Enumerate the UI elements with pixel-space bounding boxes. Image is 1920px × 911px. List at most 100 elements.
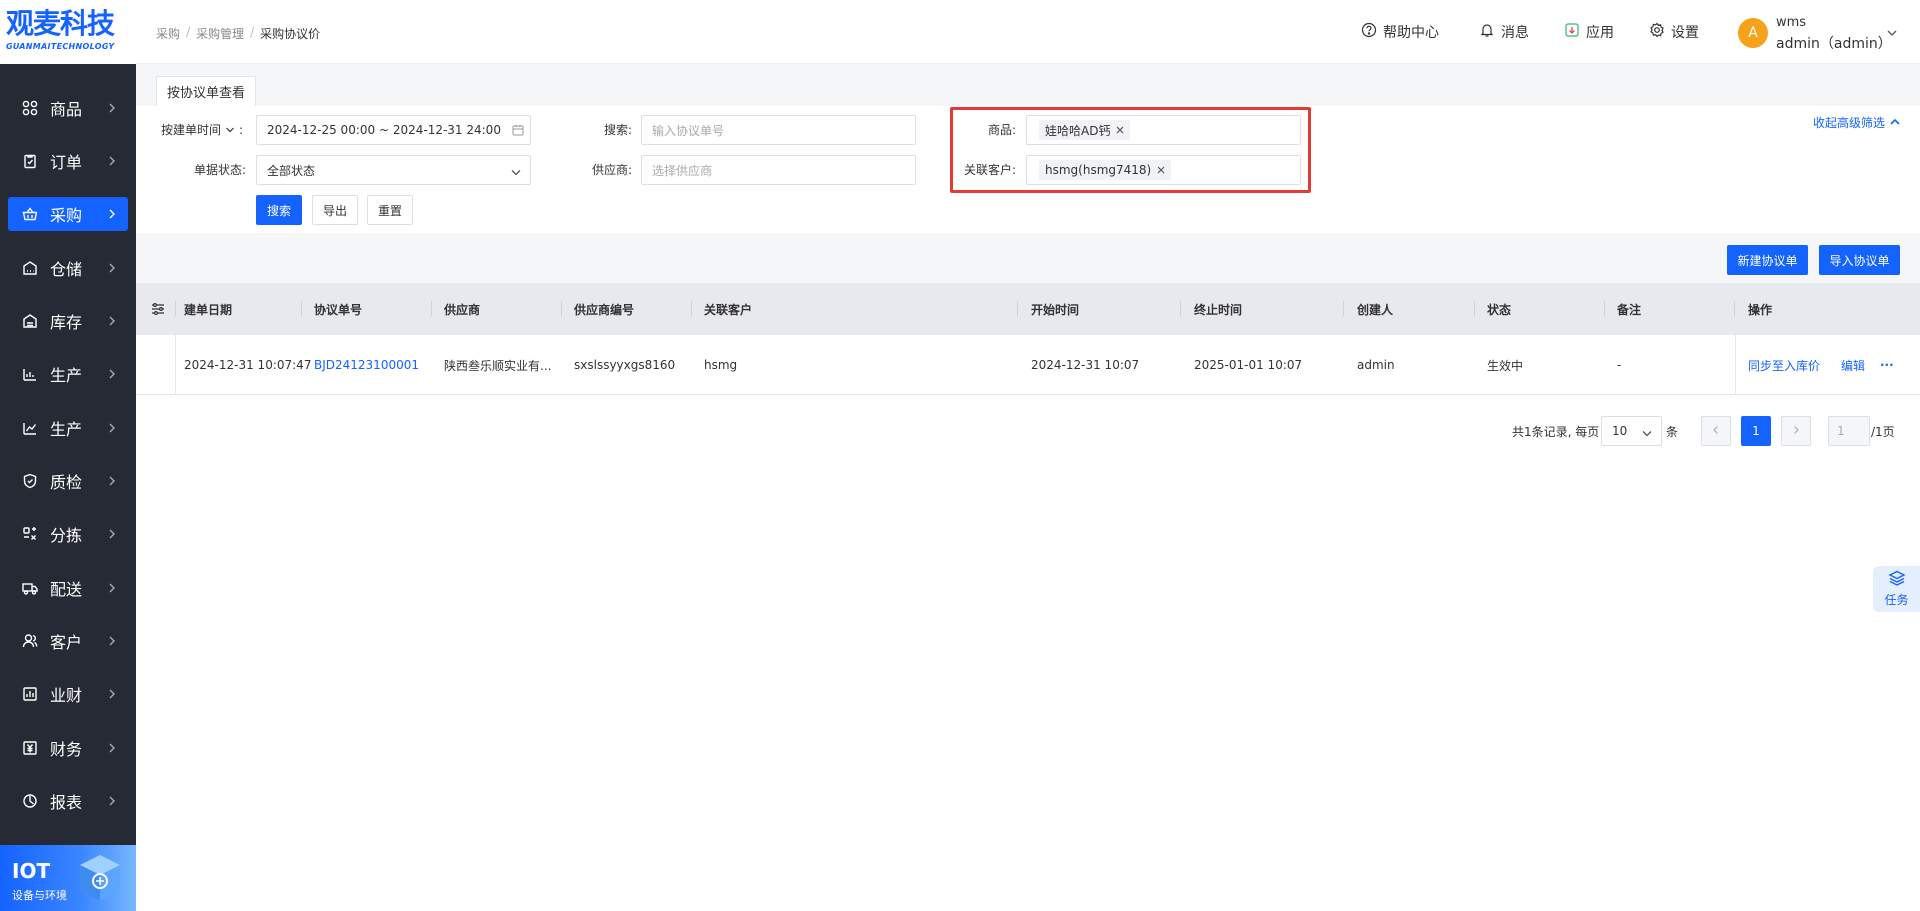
sidebar-item-reports[interactable]: 报表 (8, 784, 128, 818)
chevron-right-icon (106, 473, 118, 492)
action-bar (136, 233, 1920, 283)
sidebar-item-production[interactable]: 生产 (8, 357, 128, 391)
supplier-placeholder: 选择供应商 (652, 163, 713, 178)
logo[interactable]: 观麦科技 GUANMAITECHNOLOGY (0, 0, 136, 64)
breadcrumb-separator: / (250, 25, 255, 39)
chevron-up-icon (1889, 116, 1901, 130)
sidebar-item-label: 采购 (50, 206, 83, 225)
sidebar-item-label: 库存 (50, 313, 83, 332)
sidebar-item-delivery[interactable]: 配送 (8, 571, 128, 605)
messages-button[interactable]: 消息 (1479, 22, 1529, 42)
table-row[interactable]: 2024-12-31 10:07:47 BJD24123100001 陕西叁乐顺… (136, 335, 1920, 395)
agreement-search-input[interactable]: 输入协议单号 (641, 115, 916, 145)
chevron-down-icon[interactable] (1886, 27, 1898, 41)
supplier-select[interactable]: 选择供应商 (641, 155, 916, 185)
sidebar-item-business-finance[interactable]: 业财 (8, 677, 128, 711)
breadcrumb-item[interactable]: 采购管理 (196, 25, 244, 42)
cell-start: 2024-12-31 10:07 (1031, 358, 1140, 372)
collapse-advanced-filter[interactable]: 收起高级筛选 (1813, 114, 1901, 131)
sidebar-item-label: 财务 (50, 740, 83, 759)
chevron-right-icon (1792, 424, 1800, 438)
column-divider (1180, 301, 1181, 317)
more-actions-button[interactable]: ··· (1880, 335, 1894, 395)
sidebar-item-label: 仓储 (50, 260, 83, 279)
chevron-right-icon (106, 793, 118, 812)
tab-bar (136, 64, 1920, 106)
avatar[interactable]: A (1738, 18, 1768, 48)
sidebar-item-quality[interactable]: 质检 (8, 464, 128, 498)
settings-button[interactable]: 设置 (1649, 22, 1699, 42)
search-placeholder: 输入协议单号 (652, 123, 725, 138)
column-settings-icon[interactable] (150, 283, 166, 335)
money-icon (20, 740, 40, 756)
chevron-right-icon (106, 206, 118, 225)
cube-icon (74, 851, 126, 905)
logo-text: 观麦科技 (6, 7, 115, 40)
column-divider (175, 301, 176, 317)
column-divider (561, 301, 562, 317)
help-center-button[interactable]: 帮助中心 (1361, 22, 1439, 42)
collapse-label: 收起高级筛选 (1813, 116, 1886, 130)
column-divider (301, 301, 302, 317)
app-download-icon (1564, 22, 1580, 42)
sidebar-item-customer[interactable]: 客户 (8, 624, 128, 658)
header: 采购 / 采购管理 / 采购协议价 帮助中心 消息 应用 设置 A wms ad… (136, 0, 1920, 64)
apps-label: 应用 (1586, 25, 1614, 41)
chevron-right-icon (106, 366, 118, 385)
page-jump-input[interactable]: 1 (1828, 416, 1870, 446)
sidebar-item-warehouse[interactable]: 仓储 (8, 251, 128, 285)
sync-price-link[interactable]: 同步至入库价 (1748, 335, 1820, 395)
tab-by-agreement[interactable]: 按协议单查看 (156, 76, 257, 106)
sidebar-item-production-2[interactable]: 生产 (8, 411, 128, 445)
edit-link[interactable]: 编辑 (1841, 335, 1865, 395)
import-agreement-button[interactable]: 导入协议单 (1819, 245, 1900, 275)
chart-icon (20, 420, 40, 436)
truck-icon (20, 580, 40, 596)
apps-button[interactable]: 应用 (1564, 22, 1614, 42)
time-type-select[interactable]: 按建单时间 : (161, 121, 243, 138)
chevron-down-icon (225, 123, 235, 137)
next-page-button[interactable] (1781, 416, 1811, 446)
order-icon (20, 153, 40, 169)
iot-banner[interactable]: IOT 设备与环境 (0, 845, 136, 911)
agreement-no-link[interactable]: BJD24123100001 (314, 335, 419, 395)
page-size-value: 10 (1612, 424, 1628, 438)
sidebar-item-label: 订单 (50, 153, 83, 172)
date-range-picker[interactable]: 2024-12-25 00:00 ~ 2024-12-31 24:00 (256, 115, 531, 145)
column-divider (1017, 301, 1018, 317)
cell-status: 生效中 (1487, 358, 1524, 373)
sidebar-item-stock[interactable]: 库存 (8, 304, 128, 338)
task-float-button[interactable]: 任务 (1873, 566, 1920, 612)
new-agreement-button[interactable]: 新建协议单 (1727, 245, 1808, 275)
cell-creator: admin (1357, 358, 1395, 372)
shield-icon (20, 473, 40, 489)
sidebar-item-orders[interactable]: 订单 (8, 144, 128, 178)
status-select[interactable]: 全部状态 (256, 155, 531, 185)
chevron-right-icon (106, 580, 118, 599)
chevron-down-icon (510, 166, 522, 180)
chevron-right-icon (106, 633, 118, 652)
grid-icon (20, 100, 40, 116)
chevron-right-icon (106, 740, 118, 759)
help-icon (1361, 22, 1377, 42)
column-divider (1343, 301, 1344, 317)
cell-customer: hsmg (704, 358, 738, 372)
chevron-right-icon (106, 526, 118, 545)
sidebar-item-finance[interactable]: 财务 (8, 731, 128, 765)
breadcrumb-item[interactable]: 采购 (156, 25, 180, 42)
sidebar-item-purchase[interactable]: 采购 (8, 197, 128, 231)
page-size-select[interactable]: 10 (1601, 416, 1662, 446)
warehouse-icon (20, 260, 40, 276)
search-button[interactable]: 搜索 (256, 195, 302, 225)
chevron-down-icon (1641, 427, 1653, 441)
iot-subtitle: 设备与环境 (12, 889, 67, 902)
prev-page-button[interactable] (1701, 416, 1731, 446)
highlight-box (950, 107, 1311, 193)
page-button-current[interactable]: 1 (1741, 416, 1771, 446)
sidebar-item-sorting[interactable]: 分拣 (8, 517, 128, 551)
reset-button[interactable]: 重置 (367, 195, 413, 225)
sidebar-item-goods[interactable]: 商品 (8, 91, 128, 125)
breadcrumb-current: 采购协议价 (260, 27, 321, 41)
export-button[interactable]: 导出 (312, 195, 358, 225)
logo-subtext: GUANMAITECHNOLOGY (6, 42, 115, 51)
